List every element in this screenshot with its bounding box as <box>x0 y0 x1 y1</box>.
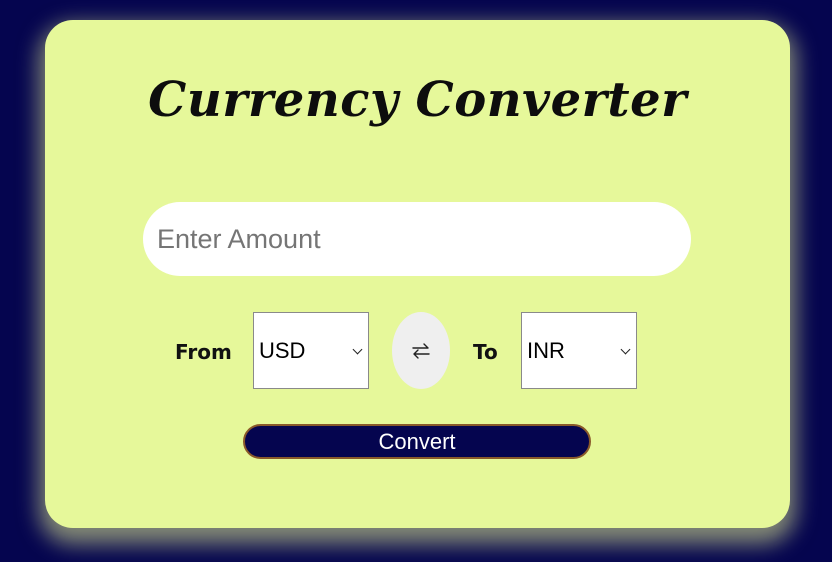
chevron-down-icon <box>352 344 363 355</box>
from-currency-select[interactable]: USD <box>253 312 369 389</box>
swap-arrows-icon <box>412 342 430 359</box>
swap-button[interactable] <box>392 312 450 389</box>
amount-input[interactable] <box>143 202 691 276</box>
to-label: To <box>473 340 498 364</box>
from-currency-value: USD <box>259 338 306 363</box>
from-label: From <box>175 340 232 364</box>
app-title: Currency Converter <box>148 72 687 128</box>
to-currency-value: INR <box>527 338 565 363</box>
to-currency-select[interactable]: INR <box>521 312 637 389</box>
chevron-down-icon <box>620 344 631 355</box>
convert-button[interactable]: Convert <box>243 424 591 459</box>
converter-card: Currency Converter From USD To INR Conve… <box>45 20 790 528</box>
